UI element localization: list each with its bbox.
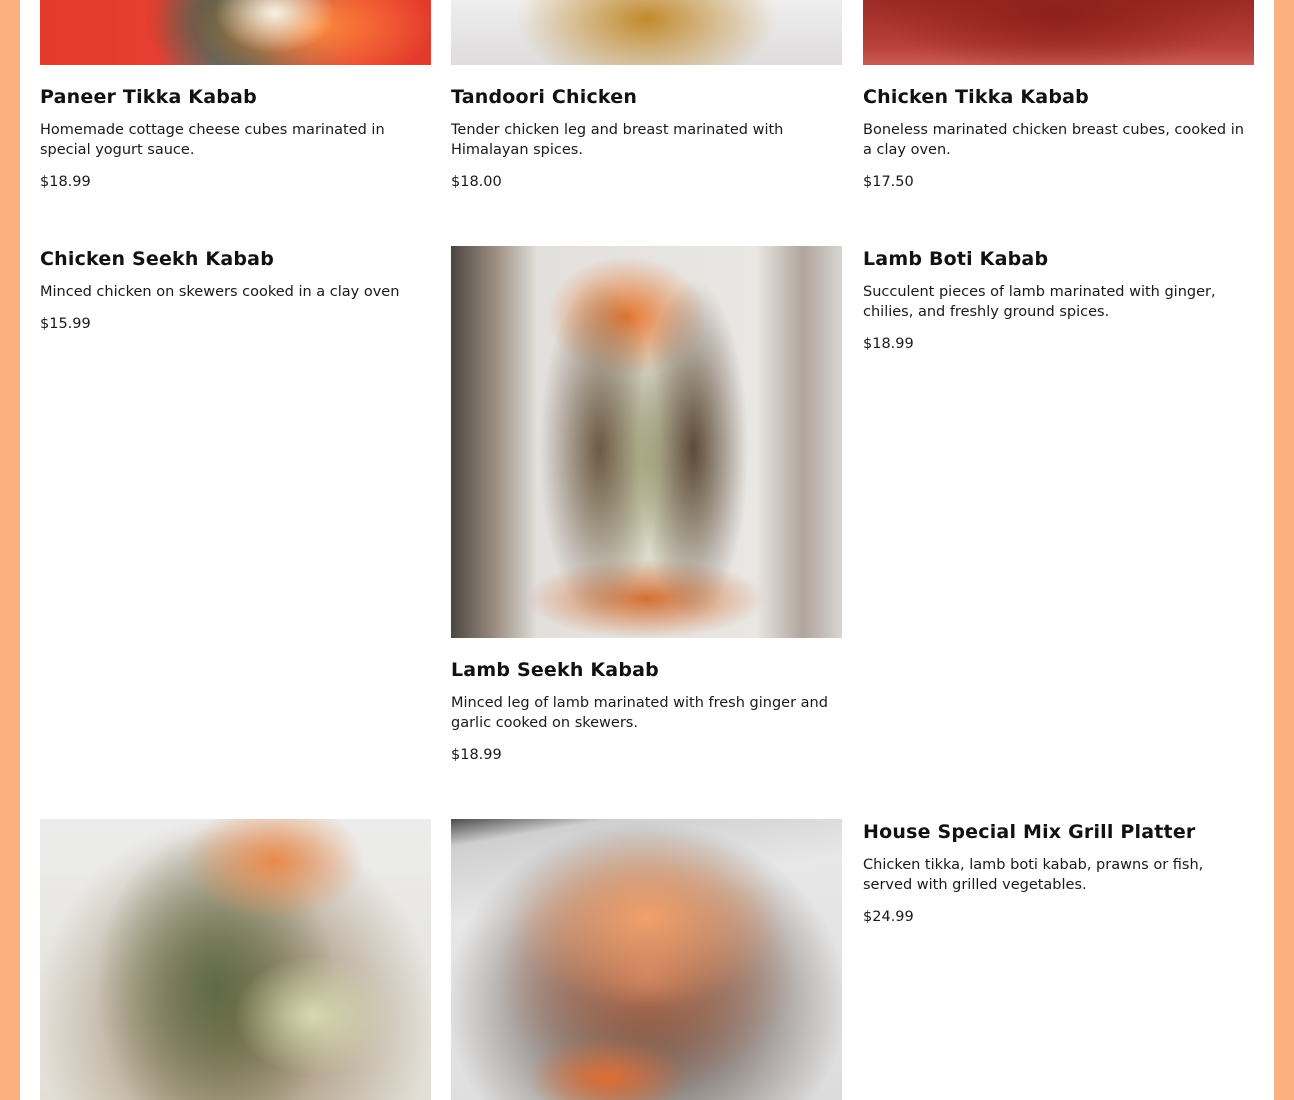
item-description: Chicken tikka, lamb boti kabab, prawns o… bbox=[863, 857, 1204, 893]
item-description: Succulent pieces of lamb marinated with … bbox=[863, 284, 1216, 320]
tandoori-chicken-photo[interactable] bbox=[451, 0, 842, 65]
item-title: Paneer Tikka Kabab bbox=[40, 86, 257, 108]
item-description: Minced chicken on skewers cooked in a cl… bbox=[40, 284, 400, 300]
item-title: Lamb Seekh Kabab bbox=[451, 659, 659, 681]
item-title: Lamb Boti Kabab bbox=[863, 248, 1049, 270]
menu-item-house-special-mix-grill-platter: House Special Mix Grill Platter Chicken … bbox=[863, 820, 1254, 927]
menu-item-chicken-tikka-kabab: Chicken Tikka Kabab Boneless marinated c… bbox=[863, 85, 1254, 192]
menu-item-paneer-tikka-kabab: Paneer Tikka Kabab Homemade cottage chee… bbox=[40, 85, 431, 192]
item-price: $17.50 bbox=[863, 174, 914, 190]
menu-page: Paneer Tikka Kabab Homemade cottage chee… bbox=[20, 0, 1274, 1100]
menu-item-lamb-boti-kabab: Lamb Boti Kabab Succulent pieces of lamb… bbox=[863, 247, 1254, 354]
menu-item-chicken-seekh-kabab: Chicken Seekh Kabab Minced chicken on sk… bbox=[40, 247, 431, 334]
item-description: Tender chicken leg and breast marinated … bbox=[451, 122, 784, 158]
chicken-tikka-kabab-photo[interactable] bbox=[863, 0, 1254, 65]
item-price: $18.99 bbox=[451, 747, 502, 763]
item-description: Minced leg of lamb marinated with fresh … bbox=[451, 695, 828, 731]
menu-item-lamb-seekh-kabab: Lamb Seekh Kabab Minced leg of lamb mari… bbox=[451, 658, 842, 765]
item-description: Homemade cottage cheese cubes marinated … bbox=[40, 122, 385, 158]
lamb-seekh-kabab-photo[interactable] bbox=[451, 246, 842, 638]
item-title: Chicken Seekh Kabab bbox=[40, 248, 274, 270]
menu-item-tandoori-chicken: Tandoori Chicken Tender chicken leg and … bbox=[451, 85, 842, 192]
menu-item-photo[interactable] bbox=[451, 819, 842, 1100]
item-title: Chicken Tikka Kabab bbox=[863, 86, 1089, 108]
paneer-tikka-kabab-photo[interactable] bbox=[40, 0, 431, 65]
item-price: $24.99 bbox=[863, 909, 914, 925]
item-title: House Special Mix Grill Platter bbox=[863, 821, 1196, 843]
item-price: $18.99 bbox=[40, 174, 91, 190]
item-price: $18.99 bbox=[863, 336, 914, 352]
item-price: $18.00 bbox=[451, 174, 502, 190]
item-description: Boneless marinated chicken breast cubes,… bbox=[863, 122, 1244, 158]
menu-item-photo[interactable] bbox=[40, 819, 431, 1100]
item-price: $15.99 bbox=[40, 316, 91, 332]
item-title: Tandoori Chicken bbox=[451, 86, 638, 108]
